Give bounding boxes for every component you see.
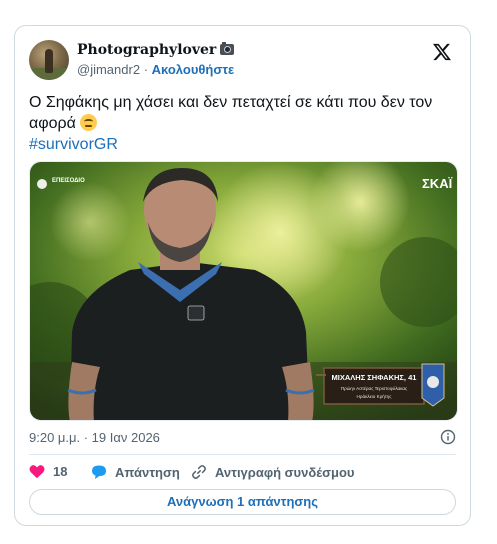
hashtag-link[interactable]: #survivorGR bbox=[29, 136, 118, 153]
likes-count: 18 bbox=[53, 464, 68, 479]
copy-link-button[interactable]: Αντιγραφή συνδέσμου bbox=[191, 464, 354, 480]
heart-icon bbox=[29, 465, 45, 479]
lower-third-name: ΜΙΧΑΛΗΣ ΣΗΦΑΚΗΣ, 41 bbox=[332, 373, 417, 382]
lower-third-line3: Ηράκλειο Κρήτης bbox=[357, 393, 393, 399]
tweet-text: Ο Σηφάκης μη χάσει και δεν πεταχτεί σε κ… bbox=[29, 92, 449, 155]
episode-badge: ΕΠΕΙΣΟΔΙΟ bbox=[52, 178, 85, 184]
author-name-text: Photographylover bbox=[77, 42, 217, 58]
info-icon[interactable] bbox=[440, 429, 456, 445]
tweet-header: Photographylover @jimandr2 · Ακολουθήστε bbox=[29, 40, 456, 80]
face-with-rolling-eyes-icon bbox=[80, 114, 98, 131]
tweet-actions: 18 Απάντηση Αντιγραφή συνδέσμου bbox=[29, 464, 456, 484]
tweet-card: Photographylover @jimandr2 · Ακολουθήστε… bbox=[14, 25, 471, 526]
author-display-name[interactable]: Photographylover bbox=[77, 42, 235, 58]
reply-button[interactable]: Απάντηση bbox=[91, 464, 180, 480]
follow-button[interactable]: Ακολουθήστε bbox=[152, 62, 235, 77]
camera-icon bbox=[220, 42, 235, 55]
reply-label: Απάντηση bbox=[115, 464, 180, 480]
link-icon bbox=[192, 465, 206, 479]
read-replies-button[interactable]: Ανάγνωση 1 απάντησης bbox=[29, 489, 456, 515]
tweet-media-image[interactable]: ΣΚΑΪ ΕΠΕΙΣΟΔΙΟ ΜΙΧΑΛΗΣ ΣΗΦΑΚΗΣ, 41 Πρώην… bbox=[29, 161, 458, 421]
media-scene: ΣΚΑΪ ΕΠΕΙΣΟΔΙΟ ΜΙΧΑΛΗΣ ΣΗΦΑΚΗΣ, 41 Πρώην… bbox=[30, 162, 457, 420]
like-button[interactable]: 18 bbox=[29, 464, 67, 479]
divider bbox=[29, 454, 456, 455]
author-handle[interactable]: @jimandr2 bbox=[77, 62, 140, 77]
x-logo-icon[interactable] bbox=[432, 42, 452, 62]
tweet-timestamp[interactable]: 9:20 μ.μ. · 19 Ιαν 2026 bbox=[29, 430, 160, 445]
author-handle-row: @jimandr2 · Ακολουθήστε bbox=[77, 62, 234, 77]
handle-separator: · bbox=[143, 62, 149, 77]
avatar[interactable] bbox=[29, 40, 69, 80]
reply-bubble-icon bbox=[92, 465, 106, 479]
copy-link-label: Αντιγραφή συνδέσμου bbox=[215, 464, 355, 480]
channel-logo: ΣΚΑΪ bbox=[422, 176, 453, 191]
lower-third-line2: Πρώην Αστέρας Τεριστοφύλακας bbox=[341, 385, 408, 391]
